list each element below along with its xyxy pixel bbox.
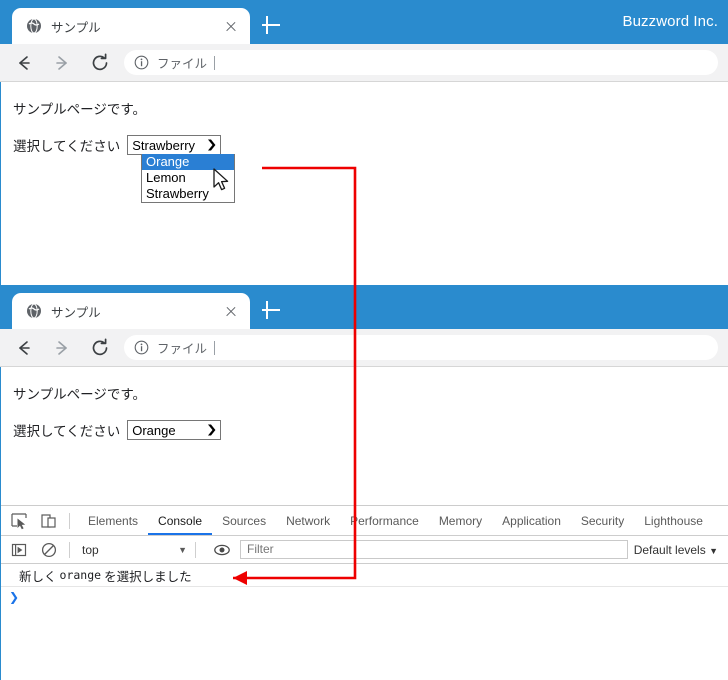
devtools-tab-memory[interactable]: Memory (429, 507, 492, 535)
console-message-prefix: 新しく (19, 569, 57, 584)
brand-label: Buzzword Inc. (622, 13, 718, 30)
browser-window-bottom: サンプル ファイル サンプルページです。 選択してください Orange ❯ E… (0, 285, 728, 680)
select-row-bottom: 選択してください Orange ❯ (13, 420, 222, 440)
devtools-tab-lighthouse[interactable]: Lighthouse (634, 507, 713, 535)
console-context-value: top (82, 542, 99, 557)
devtools-tab-application[interactable]: Application (492, 507, 571, 535)
browser-tab-title: サンプル (51, 20, 101, 35)
page-heading-top: サンプルページです。 (13, 102, 146, 117)
fruit-select-bottom[interactable]: Orange ❯ (127, 420, 222, 440)
console-message-suffix: を選択しました (104, 569, 192, 584)
fruit-select-value: Strawberry (132, 137, 196, 153)
devtools-panel: Elements Console Sources Network Perform… (0, 505, 728, 680)
close-icon[interactable] (220, 15, 242, 37)
chevron-down-icon: ▼ (178, 544, 187, 555)
console-log-levels-label: Default levels (633, 542, 706, 557)
fruit-select-top[interactable]: Strawberry ❯ (127, 135, 222, 155)
fruit-option-orange[interactable]: Orange (142, 154, 234, 170)
navigation-bar-bottom: ファイル (0, 329, 728, 367)
browser-window-top: サンプル Buzzword Inc. ファイル サンプルページです。 選択してく… (0, 0, 728, 285)
info-circle-icon (134, 55, 149, 70)
devtools-tab-performance[interactable]: Performance (340, 507, 429, 535)
address-bar-text: ファイル (157, 342, 208, 356)
address-bar-text: ファイル (157, 57, 208, 71)
chevron-down-icon: ❯ (205, 423, 218, 436)
address-bar-bottom[interactable]: ファイル (124, 335, 718, 360)
select-label-bottom: 選択してください (13, 424, 121, 439)
console-message-row: 新しく orange を選択しました (1, 564, 728, 587)
devtools-tab-console[interactable]: Console (148, 507, 212, 535)
devtools-tab-elements[interactable]: Elements (78, 507, 148, 535)
chevron-down-icon: ▼ (709, 545, 718, 556)
back-arrow-icon[interactable] (10, 334, 38, 362)
select-label-top: 選択してください (13, 139, 121, 154)
toolbar-divider (69, 512, 70, 529)
console-toolbar: top ▼ Default levels ▼ (1, 536, 728, 564)
devtools-tab-security[interactable]: Security (571, 507, 634, 535)
forward-arrow-icon[interactable] (48, 49, 76, 77)
address-bar-top[interactable]: ファイル (124, 50, 718, 75)
inspect-element-icon[interactable] (7, 509, 31, 533)
page-content-top: サンプルページです。 選択してください Strawberry ❯ Orange … (0, 82, 728, 285)
new-tab-button[interactable] (258, 297, 284, 323)
fruit-option-strawberry[interactable]: Strawberry (142, 186, 234, 202)
text-caret (214, 55, 216, 70)
page-content-bottom: サンプルページです。 選択してください Orange ❯ (0, 367, 728, 505)
page-heading-bottom: サンプルページです。 (13, 387, 146, 402)
globe-icon (27, 303, 41, 319)
text-caret (214, 340, 216, 355)
execute-step-icon[interactable] (7, 538, 31, 562)
fruit-select-dropdown[interactable]: Orange Lemon Strawberry (141, 154, 235, 203)
console-message-code: orange (59, 568, 102, 582)
browser-tab-title: サンプル (51, 305, 101, 320)
browser-tab-top[interactable]: サンプル (12, 8, 250, 44)
devtools-tab-sources[interactable]: Sources (212, 507, 276, 535)
console-context-selector[interactable]: top ▼ (82, 543, 187, 557)
new-tab-button[interactable] (258, 12, 284, 38)
reload-icon[interactable] (86, 49, 114, 77)
devtools-tab-bar: Elements Console Sources Network Perform… (1, 505, 728, 536)
select-row-top: 選択してください Strawberry ❯ (13, 135, 222, 155)
tab-strip-top: サンプル Buzzword Inc. (0, 0, 728, 44)
forward-arrow-icon[interactable] (48, 334, 76, 362)
info-circle-icon (134, 340, 149, 355)
fruit-select-value: Orange (132, 422, 176, 438)
live-expression-icon[interactable] (210, 538, 234, 562)
close-icon[interactable] (220, 300, 242, 322)
prompt-chevron-icon: ❯ (9, 590, 20, 604)
console-filter-input[interactable] (240, 540, 628, 559)
navigation-bar-top: ファイル (0, 44, 728, 82)
browser-tab-bottom[interactable]: サンプル (12, 293, 250, 329)
devtools-tab-network[interactable]: Network (276, 507, 340, 535)
toolbar-divider (195, 541, 196, 558)
reload-icon[interactable] (86, 334, 114, 362)
globe-icon (27, 18, 41, 34)
toolbar-divider (69, 541, 70, 558)
console-input-prompt[interactable]: ❯ (1, 587, 728, 607)
console-log-levels-dropdown[interactable]: Default levels ▼ (634, 543, 718, 557)
chevron-down-icon: ❯ (205, 138, 218, 151)
clear-console-icon[interactable] (37, 538, 61, 562)
tab-strip-bottom: サンプル (0, 285, 728, 329)
device-toolbar-icon[interactable] (37, 509, 61, 533)
fruit-option-lemon[interactable]: Lemon (142, 170, 234, 186)
back-arrow-icon[interactable] (10, 49, 38, 77)
